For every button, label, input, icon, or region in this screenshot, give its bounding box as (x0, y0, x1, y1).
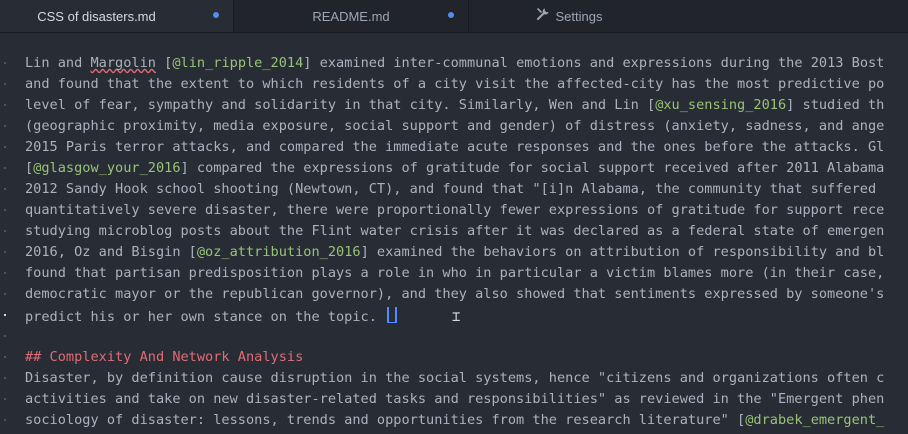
editor-line[interactable]: studying microblog posts about the Flint… (25, 221, 908, 242)
editor-line[interactable]: Disaster, by definition cause disruption… (25, 368, 908, 389)
editor-line[interactable]: 2012 Sandy Hook school shooting (Newtown… (25, 179, 908, 200)
editor-line[interactable]: found that partisan predisposition plays… (25, 263, 908, 284)
gutter-fold-marker (4, 83, 6, 85)
gutter-fold-marker (4, 188, 6, 190)
line-text: ] examined inter-communal emotions and e… (303, 55, 885, 71)
text-editor[interactable]: Lin and Margolin [@lin_ripple_2014] exam… (0, 33, 908, 434)
tab-label: Settings (555, 8, 603, 24)
citation-key: @xu_sensing_2016 (655, 97, 787, 113)
line-text: activities and take on new disaster-rela… (25, 391, 885, 407)
line-text: ] studied th (786, 97, 885, 113)
tab-settings[interactable]: Settings (469, 0, 669, 32)
line-text: ] examined the behaviors on attribution … (360, 244, 885, 260)
gutter-fold-marker (4, 167, 6, 169)
gutter-fold-marker (4, 335, 6, 337)
editor-line[interactable]: (geographic proximity, media exposure, s… (25, 116, 908, 137)
line-text: predict his or her own stance on the top… (25, 309, 386, 325)
editor-line[interactable]: ## Complexity And Network Analysis (25, 347, 908, 368)
editor-line[interactable] (25, 326, 908, 347)
gutter-fold-marker (4, 251, 6, 253)
gutter-fold-marker (4, 293, 6, 295)
ibeam-cursor-icon: ⌶ (452, 309, 461, 325)
editor-line[interactable]: predict his or her own stance on the top… (25, 305, 908, 326)
editor-line[interactable]: quantitatively severe disaster, there we… (25, 200, 908, 221)
line-text: Lin and (25, 55, 91, 71)
line-text: (geographic proximity, media exposure, s… (25, 118, 885, 134)
line-text: and found that the extent to which resid… (25, 76, 885, 92)
gutter-fold-marker (4, 125, 6, 127)
citation-key: @drabek_emergent_ (745, 412, 885, 428)
gutter-fold-marker (4, 377, 6, 379)
editor-line[interactable]: 2015 Paris terror attacks, and compared … (25, 137, 908, 158)
modified-indicator-icon[interactable] (448, 12, 454, 18)
misspelled-word: Margolin (90, 55, 156, 71)
markdown-heading: ## Complexity And Network Analysis (25, 349, 304, 365)
gutter-fold-marker (4, 356, 6, 358)
tab-label: README.md (312, 8, 390, 24)
editor-line[interactable]: activities and take on new disaster-rela… (25, 389, 908, 410)
gutter-fold-marker (4, 272, 6, 274)
line-text: Disaster, by definition cause disruption… (25, 370, 885, 386)
editor-line[interactable]: democratic mayor or the republican gover… (25, 284, 908, 305)
gutter-fold-marker (4, 62, 6, 64)
line-text: 2016, Oz and Bisgin [ (25, 244, 197, 260)
line-text: level of fear, sympathy and solidarity i… (25, 97, 656, 113)
gutter-fold-marker (4, 419, 6, 421)
editor-line[interactable]: and found that the extent to which resid… (25, 74, 908, 95)
modified-indicator-icon[interactable] (213, 12, 219, 18)
tab-bar: CSS of disasters.md README.md Settings (0, 0, 908, 33)
gutter[interactable] (0, 33, 14, 434)
gutter-fold-marker (4, 209, 6, 211)
editor-line[interactable]: sociology of disaster: lessons, trends a… (25, 410, 908, 431)
editor-line[interactable]: [@glasgow_your_2016] compared the expres… (25, 158, 908, 179)
line-text: [ (25, 160, 34, 176)
citation-key: @oz_attribution_2016 (196, 244, 361, 260)
line-text: 2012 Sandy Hook school shooting (Newtown… (25, 181, 885, 197)
line-text: democratic mayor or the republican gover… (25, 286, 885, 302)
text-cursor (387, 307, 398, 323)
gutter-fold-marker (4, 104, 6, 106)
line-text: ] compared the expressions of gratitude … (180, 160, 885, 176)
gutter-fold-marker (4, 314, 6, 316)
tab-label: CSS of disasters.md (37, 8, 156, 24)
gutter-fold-marker (4, 398, 6, 400)
line-text: 2015 Paris terror attacks, and compared … (25, 139, 885, 155)
wrench-icon (536, 7, 550, 25)
editor-line[interactable]: level of fear, sympathy and solidarity i… (25, 95, 908, 116)
line-text: quantitatively severe disaster, there we… (25, 202, 885, 218)
line-text: found that partisan predisposition plays… (25, 265, 885, 281)
tab-css-of-disasters[interactable]: CSS of disasters.md (0, 0, 234, 32)
editor-line[interactable]: 2016, Oz and Bisgin [@oz_attribution_201… (25, 242, 908, 263)
tab-readme[interactable]: README.md (234, 0, 469, 32)
line-text: studying microblog posts about the Flint… (25, 223, 885, 239)
editor-lines[interactable]: Lin and Margolin [@lin_ripple_2014] exam… (25, 53, 908, 431)
citation-key: @lin_ripple_2014 (172, 55, 304, 71)
citation-key: @glasgow_your_2016 (33, 160, 181, 176)
gutter-fold-marker (4, 146, 6, 148)
gutter-fold-marker (4, 230, 6, 232)
editor-line[interactable]: Lin and Margolin [@lin_ripple_2014] exam… (25, 53, 908, 74)
line-text: [ (155, 55, 173, 71)
tab-bar-empty-space[interactable] (669, 0, 908, 32)
line-text: sociology of disaster: lessons, trends a… (25, 412, 746, 428)
